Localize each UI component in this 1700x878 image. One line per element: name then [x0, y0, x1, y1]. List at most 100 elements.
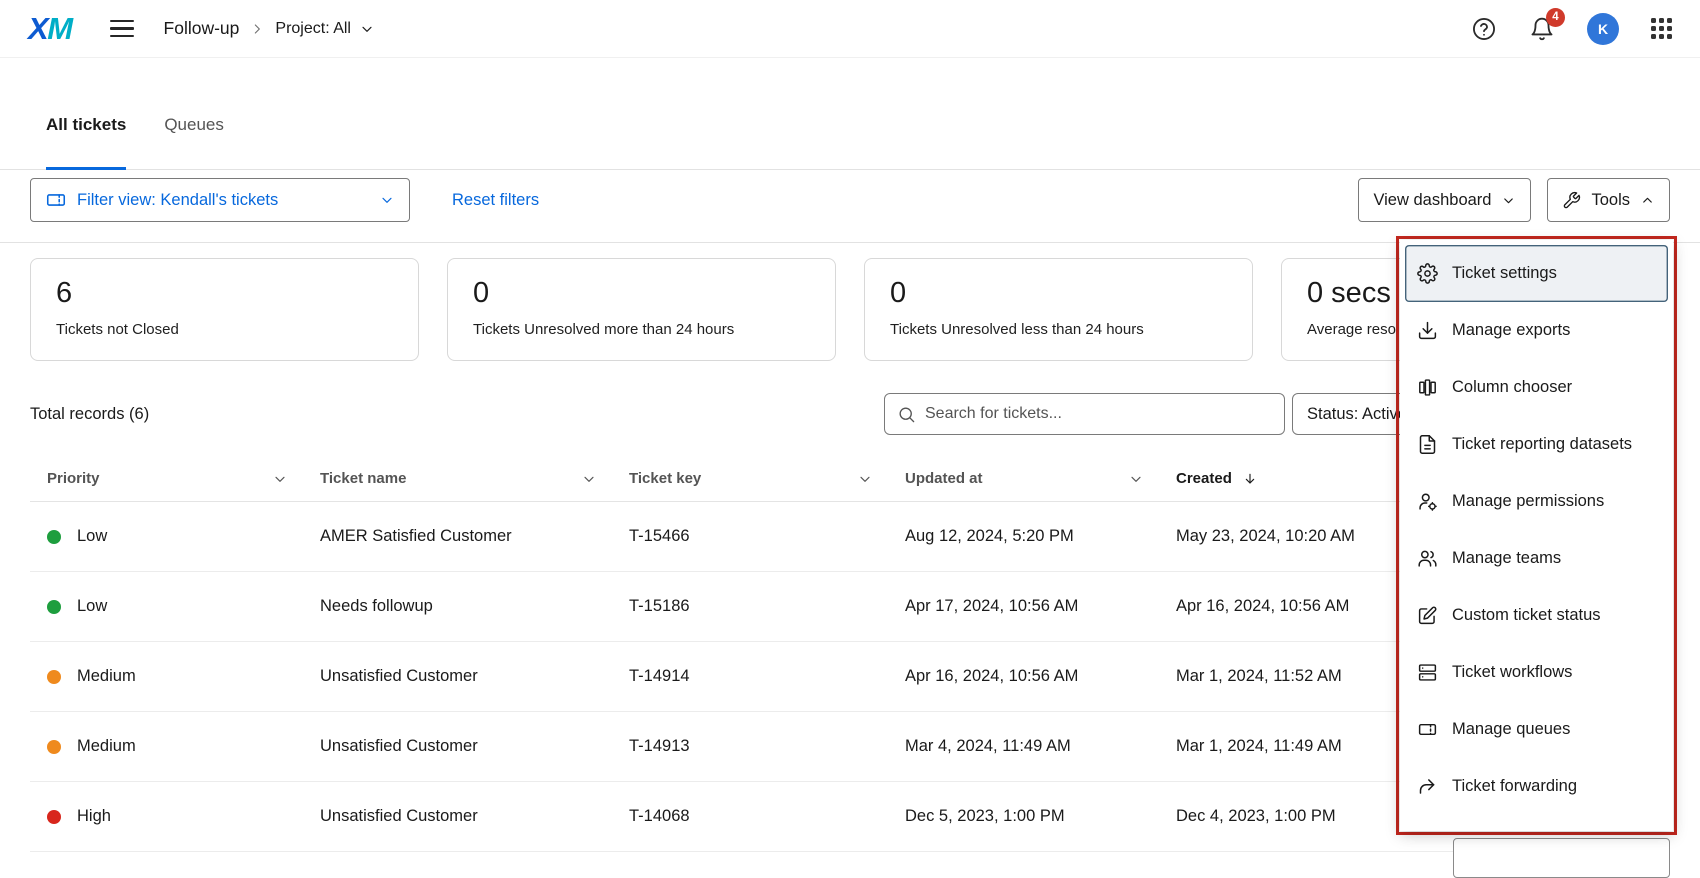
priority-dot	[47, 530, 61, 544]
priority-label: Low	[77, 527, 107, 546]
filter-bar-actions: View dashboard Tools	[1358, 178, 1670, 222]
tab-all-tickets[interactable]: All tickets	[46, 88, 126, 170]
menu-item-label: Column chooser	[1452, 378, 1572, 397]
priority-label: Medium	[77, 737, 136, 756]
project-selector[interactable]: Project: All	[275, 20, 375, 38]
menu-item-ticket-reporting-datasets[interactable]: Ticket reporting datasets	[1405, 416, 1668, 473]
search-input[interactable]	[925, 405, 1272, 423]
stat-value: 0	[890, 274, 1227, 312]
priority-dot	[47, 670, 61, 684]
chevron-down-icon[interactable]	[1128, 471, 1144, 487]
priority-dot	[47, 740, 61, 754]
chevron-right-icon	[249, 21, 265, 37]
menu-item-manage-teams[interactable]: Manage teams	[1405, 530, 1668, 587]
help-button[interactable]	[1471, 16, 1497, 42]
priority-cell: Medium	[47, 667, 320, 686]
breadcrumb-section[interactable]: Follow-up	[164, 18, 240, 39]
stat-card-not-closed: 6 Tickets not Closed	[30, 258, 419, 361]
ticket-key-cell: T-14913	[629, 737, 905, 756]
gear-icon	[1417, 263, 1438, 284]
menu-item-label: Custom ticket status	[1452, 606, 1601, 625]
priority-label: Medium	[77, 667, 136, 686]
edit-icon	[1417, 605, 1438, 626]
stat-label: Tickets Unresolved less than 24 hours	[890, 321, 1227, 338]
priority-cell: Medium	[47, 737, 320, 756]
user-gear-icon	[1417, 491, 1438, 512]
search-icon	[897, 405, 916, 424]
columns-icon	[1417, 377, 1438, 398]
chevron-up-icon	[1640, 193, 1655, 208]
menu-item-manage-permissions[interactable]: Manage permissions	[1405, 473, 1668, 530]
reset-filters-link[interactable]: Reset filters	[452, 191, 539, 210]
chevron-down-icon	[379, 192, 395, 208]
ticket-key-cell: T-15186	[629, 597, 905, 616]
filter-view-label: Filter view: Kendall's tickets	[77, 191, 278, 210]
chevron-down-icon[interactable]	[581, 471, 597, 487]
logo-letter-m: M	[47, 11, 71, 47]
updated-at-cell: Apr 17, 2024, 10:56 AM	[905, 597, 1176, 616]
menu-item-custom-ticket-status[interactable]: Custom ticket status	[1405, 587, 1668, 644]
menu-item-ticket-workflows[interactable]: Ticket workflows	[1405, 644, 1668, 701]
column-label: Ticket name	[320, 470, 406, 487]
stat-value: 0	[473, 274, 810, 312]
stat-card-unresolved-less-24h: 0 Tickets Unresolved less than 24 hours	[864, 258, 1253, 361]
breadcrumb: Follow-up Project: All	[164, 18, 375, 39]
menu-item-label: Manage permissions	[1452, 492, 1604, 511]
menu-item-label: Ticket workflows	[1452, 663, 1572, 682]
column-header-ticket-key[interactable]: Ticket key	[629, 470, 905, 487]
tools-label: Tools	[1591, 191, 1630, 210]
priority-label: High	[77, 807, 111, 826]
hamburger-menu-icon[interactable]	[110, 20, 134, 38]
status-filter-label: Status: Active	[1307, 405, 1407, 424]
ticket-name-cell: Unsatisfied Customer	[320, 667, 629, 686]
help-icon	[1471, 16, 1497, 42]
sort-descending-icon[interactable]	[1242, 471, 1258, 487]
view-dashboard-button[interactable]: View dashboard	[1358, 178, 1531, 222]
column-label: Ticket key	[629, 470, 701, 487]
avatar[interactable]: K	[1587, 13, 1619, 45]
tab-bar: All tickets Queues	[0, 88, 1700, 170]
download-icon	[1417, 320, 1438, 341]
chevron-down-icon[interactable]	[857, 471, 873, 487]
updated-at-cell: Aug 12, 2024, 5:20 PM	[905, 527, 1176, 546]
menu-item-ticket-settings[interactable]: Ticket settings	[1405, 245, 1668, 302]
menu-item-manage-queues[interactable]: Manage queues	[1405, 701, 1668, 758]
priority-dot	[47, 600, 61, 614]
partial-button[interactable]	[1453, 838, 1670, 878]
filter-view-dropdown[interactable]: Filter view: Kendall's tickets	[30, 178, 410, 222]
avatar-initial: K	[1598, 21, 1608, 37]
ticket-name-cell: AMER Satisfied Customer	[320, 527, 629, 546]
stat-label: Tickets not Closed	[56, 321, 393, 338]
notifications-button[interactable]: 4	[1529, 16, 1555, 42]
tools-button[interactable]: Tools	[1547, 178, 1670, 222]
notifications-count-badge: 4	[1546, 8, 1565, 27]
ticket-search	[884, 393, 1285, 435]
app-grid-icon[interactable]	[1651, 18, 1672, 39]
menu-item-ticket-forwarding[interactable]: Ticket forwarding	[1405, 758, 1668, 815]
column-header-updated-at[interactable]: Updated at	[905, 470, 1176, 487]
top-actions: 4 K	[1471, 13, 1672, 45]
ticket-key-cell: T-14068	[629, 807, 905, 826]
priority-label: Low	[77, 597, 107, 616]
updated-at-cell: Apr 16, 2024, 10:56 AM	[905, 667, 1176, 686]
column-header-ticket-name[interactable]: Ticket name	[320, 470, 629, 487]
column-header-priority[interactable]: Priority	[47, 470, 320, 487]
priority-cell: High	[47, 807, 320, 826]
xm-logo[interactable]: X M	[28, 11, 72, 47]
stat-value: 6	[56, 274, 393, 312]
ticket-icon	[1417, 719, 1438, 740]
ticket-name-cell: Unsatisfied Customer	[320, 807, 629, 826]
menu-item-manage-exports[interactable]: Manage exports	[1405, 302, 1668, 359]
updated-at-cell: Dec 5, 2023, 1:00 PM	[905, 807, 1176, 826]
priority-cell: Low	[47, 597, 320, 616]
chevron-down-icon[interactable]	[272, 471, 288, 487]
menu-item-label: Ticket forwarding	[1452, 777, 1577, 796]
menu-item-column-chooser[interactable]: Column chooser	[1405, 359, 1668, 416]
total-records-label: Total records (6)	[30, 405, 149, 424]
filter-bar: Filter view: Kendall's tickets Reset fil…	[30, 178, 1670, 222]
logo-letter-x: X	[28, 11, 47, 47]
priority-cell: Low	[47, 527, 320, 546]
menu-item-label: Manage queues	[1452, 720, 1570, 739]
top-navigation-bar: X M Follow-up Project: All 4 K	[0, 0, 1700, 58]
tab-queues[interactable]: Queues	[164, 88, 224, 170]
